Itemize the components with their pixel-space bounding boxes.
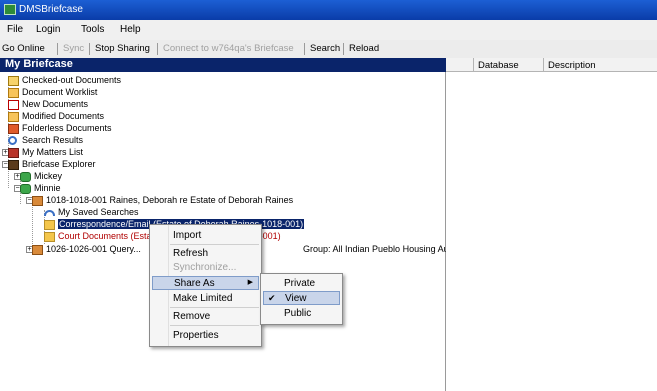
menu-item-share-as[interactable]: Share As ▶ xyxy=(152,276,259,290)
go-online-button[interactable]: Go Online xyxy=(2,43,45,54)
column-header-description[interactable]: Description xyxy=(544,58,657,72)
stop-sharing-button[interactable]: Stop Sharing xyxy=(95,43,150,54)
search-button[interactable]: Search xyxy=(310,43,340,54)
menu-login[interactable]: Login xyxy=(36,24,60,35)
title-bar: DMSBriefcase xyxy=(0,0,657,20)
app-icon xyxy=(4,4,16,15)
menu-tools[interactable]: Tools xyxy=(81,24,104,35)
pane-header: My Briefcase xyxy=(0,58,446,72)
submenu-item-view[interactable]: ✔ View xyxy=(263,291,340,305)
menu-separator xyxy=(170,244,259,245)
menu-item-refresh[interactable]: Refresh xyxy=(173,248,208,259)
checkmark-icon: ✔ xyxy=(268,293,276,303)
details-pane: Database Description xyxy=(446,58,657,391)
toolbar-separator xyxy=(57,43,58,55)
menu-item-remove[interactable]: Remove xyxy=(173,311,210,322)
matters-list-icon xyxy=(8,148,19,158)
search-icon xyxy=(8,136,17,145)
connect-button[interactable]: Connect to w764qa's Briefcase xyxy=(163,43,294,54)
menu-item-make-limited[interactable]: Make Limited xyxy=(173,293,232,304)
sync-button[interactable]: Sync xyxy=(63,43,84,54)
toolbar-separator xyxy=(343,43,344,55)
menu-separator xyxy=(170,325,259,326)
window-title: DMSBriefcase xyxy=(19,4,83,15)
database-icon xyxy=(20,184,31,194)
menu-file[interactable]: File xyxy=(7,24,23,35)
briefcase-icon xyxy=(8,160,19,170)
checkout-doc-icon xyxy=(8,76,19,86)
submenu-item-public[interactable]: Public xyxy=(284,308,311,319)
folder-icon xyxy=(44,220,55,230)
toolbar-separator xyxy=(89,43,90,55)
matter-icon xyxy=(32,196,43,206)
menu-item-synchronize[interactable]: Synchronize... xyxy=(173,262,236,273)
toolbar-separator xyxy=(304,43,305,55)
submenu-item-private[interactable]: Private xyxy=(284,278,315,289)
worklist-icon xyxy=(8,88,19,98)
toolbar: Go Online Sync Stop Sharing Connect to w… xyxy=(0,40,657,59)
column-header-blank xyxy=(446,58,474,72)
toolbar-separator xyxy=(157,43,158,55)
menu-separator xyxy=(170,307,259,308)
share-submenu: Private ✔ View Public xyxy=(260,273,343,325)
pane-title: My Briefcase xyxy=(5,58,73,70)
menu-bar: File Login Tools Help xyxy=(0,20,657,40)
menu-item-import[interactable]: Import xyxy=(173,230,201,241)
menu-help[interactable]: Help xyxy=(120,24,141,35)
database-icon xyxy=(20,172,31,182)
reload-button[interactable]: Reload xyxy=(349,43,379,54)
submenu-arrow-icon: ▶ xyxy=(247,279,253,286)
folderless-icon xyxy=(8,124,19,134)
folder-icon xyxy=(44,232,55,242)
modified-document-icon xyxy=(8,112,19,122)
matter-icon xyxy=(32,245,43,255)
new-document-icon xyxy=(8,100,19,110)
saved-search-icon xyxy=(44,210,55,216)
column-header-database[interactable]: Database xyxy=(474,58,544,72)
context-menu: Import Refresh Synchronize... Share As ▶… xyxy=(149,224,262,347)
menu-item-properties[interactable]: Properties xyxy=(173,330,219,341)
